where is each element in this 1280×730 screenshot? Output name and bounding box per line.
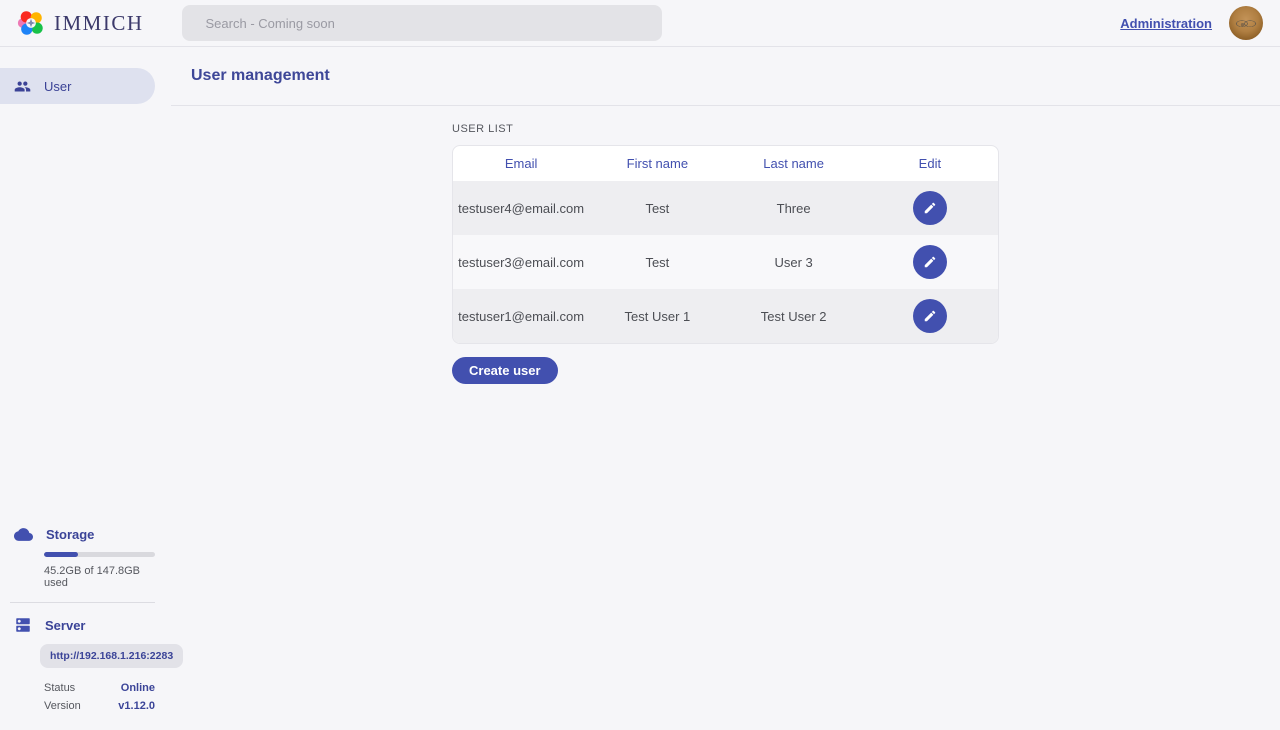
server-title: Server [45, 618, 85, 633]
search-input[interactable] [182, 5, 662, 41]
cell-first-name: Test [589, 255, 725, 270]
user-list-label: USER LIST [452, 123, 999, 135]
cell-edit [862, 191, 998, 225]
server-status-row: Status Online [44, 682, 155, 694]
main-content: USER LIST Email First name Last name Edi… [171, 106, 1280, 384]
column-header-first-name: First name [589, 156, 725, 171]
page-title: User management [191, 67, 330, 85]
user-table-header: Email First name Last name Edit [453, 146, 998, 181]
user-list-section: USER LIST Email First name Last name Edi… [452, 123, 999, 384]
content-row: User Storage 45.2GB of [0, 47, 1280, 730]
cell-edit [862, 245, 998, 279]
column-header-last-name: Last name [726, 156, 862, 171]
title-bar: User management [171, 47, 1280, 106]
user-table: Email First name Last name Edit testuser… [452, 145, 999, 344]
user-table-body: testuser4@email.com Test Three testuser3… [453, 181, 998, 343]
storage-panel: Storage 45.2GB of 147.8GB used [14, 525, 155, 589]
immich-flower-icon [16, 8, 46, 38]
server-icon [14, 616, 32, 634]
sidebar-nav: User [0, 47, 171, 104]
pencil-icon [923, 201, 937, 215]
storage-title: Storage [46, 527, 94, 542]
column-header-edit: Edit [862, 156, 998, 171]
app-header: IMMICH Administration [0, 0, 1280, 47]
status-label: Status [44, 682, 75, 694]
server-version-row: Version v1.12.0 [44, 700, 155, 712]
sidebar-bottom: Storage 45.2GB of 147.8GB used [0, 525, 171, 730]
immich-logo[interactable]: IMMICH [16, 8, 144, 38]
cloud-icon [14, 525, 33, 544]
main-area: User management USER LIST Email First na… [171, 47, 1280, 730]
cell-first-name: Test [589, 201, 725, 216]
version-label: Version [44, 700, 81, 712]
pencil-icon [923, 255, 937, 269]
sidebar-item-user-label: User [44, 79, 71, 94]
pencil-icon [923, 309, 937, 323]
cell-last-name: User 3 [726, 255, 862, 270]
table-row: testuser1@email.com Test User 1 Test Use… [453, 289, 998, 343]
sidebar-divider [10, 602, 155, 603]
table-row: testuser4@email.com Test Three [453, 181, 998, 235]
search-bar [182, 5, 662, 41]
logo-text: IMMICH [54, 11, 144, 36]
administration-link[interactable]: Administration [1120, 16, 1212, 31]
storage-progress-bar [44, 552, 155, 557]
table-row: testuser3@email.com Test User 3 [453, 235, 998, 289]
edit-user-button[interactable] [913, 191, 947, 225]
user-avatar[interactable] [1229, 6, 1263, 40]
cell-email: testuser4@email.com [453, 201, 589, 216]
cell-email: testuser1@email.com [453, 309, 589, 324]
create-user-button[interactable]: Create user [452, 357, 558, 384]
sidebar-item-user[interactable]: User [0, 68, 155, 104]
cell-last-name: Three [726, 201, 862, 216]
users-group-icon [14, 78, 31, 95]
storage-usage-text: 45.2GB of 147.8GB used [44, 565, 155, 589]
column-header-email: Email [453, 156, 589, 171]
cell-email: testuser3@email.com [453, 255, 589, 270]
server-panel: Server http://192.168.1.216:2283 Status … [14, 616, 155, 712]
cell-last-name: Test User 2 [726, 309, 862, 324]
status-value: Online [121, 682, 155, 694]
cell-first-name: Test User 1 [589, 309, 725, 324]
storage-progress-fill [44, 552, 78, 557]
server-url: http://192.168.1.216:2283 [40, 644, 183, 668]
cell-edit [862, 299, 998, 333]
edit-user-button[interactable] [913, 245, 947, 279]
edit-user-button[interactable] [913, 299, 947, 333]
admin-sidebar: User Storage 45.2GB of [0, 47, 171, 730]
version-value: v1.12.0 [118, 700, 155, 712]
